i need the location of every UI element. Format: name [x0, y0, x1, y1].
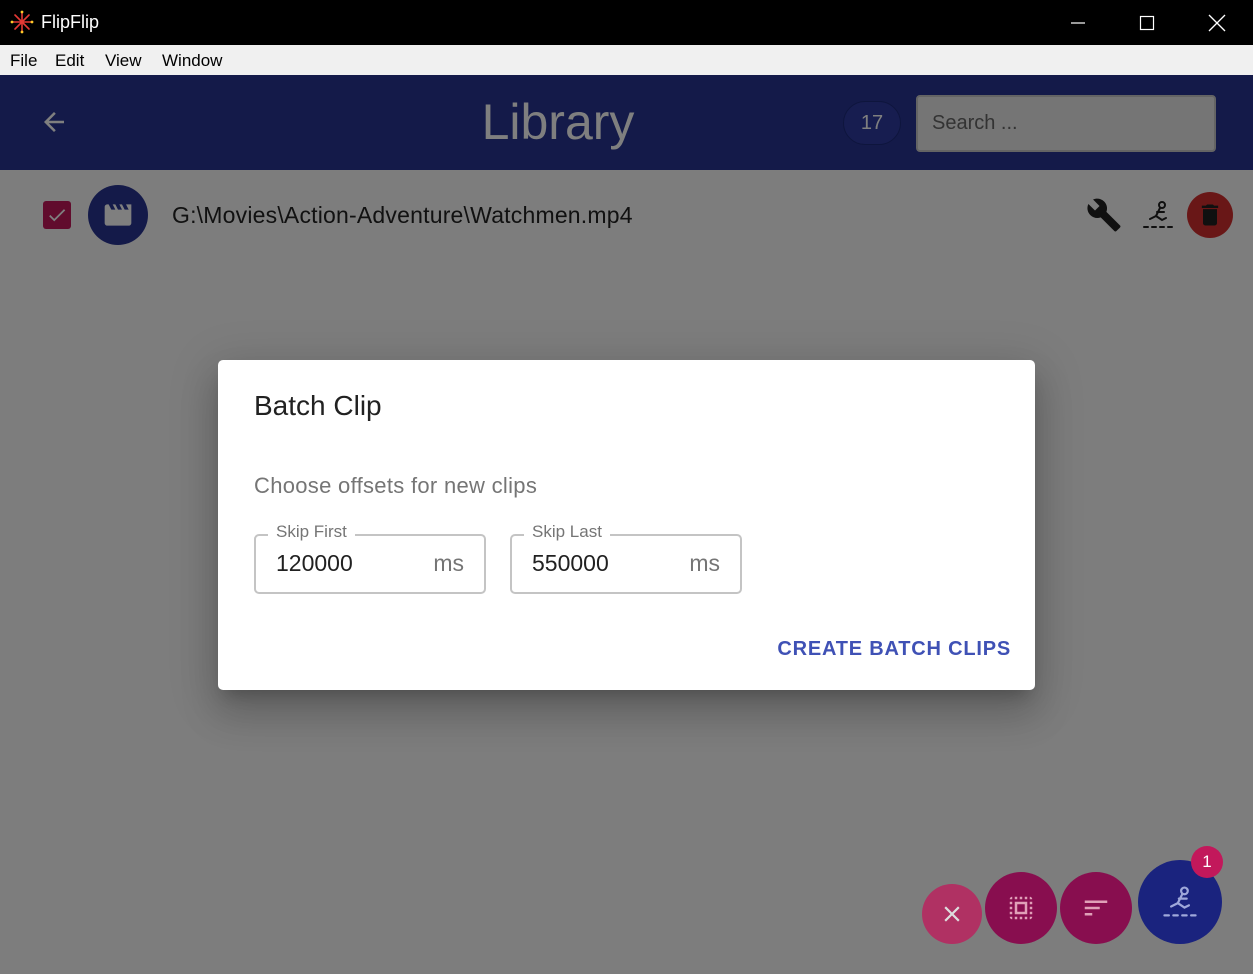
- maximize-button[interactable]: [1112, 0, 1182, 45]
- select-all-fab[interactable]: [985, 872, 1057, 944]
- skip-first-field[interactable]: Skip First 120000 ms: [254, 522, 486, 594]
- menu-edit[interactable]: Edit: [55, 51, 84, 71]
- batch-clip-dialog: Batch Clip Choose offsets for new clips …: [218, 360, 1035, 690]
- maximize-icon: [1139, 15, 1155, 30]
- menu-view[interactable]: View: [105, 51, 142, 71]
- app-logo-icon: [10, 10, 34, 34]
- close-window-button[interactable]: [1182, 0, 1252, 45]
- cancel-selection-fab[interactable]: [922, 884, 982, 944]
- skip-last-value[interactable]: 550000: [532, 550, 609, 577]
- create-batch-clips-button[interactable]: CREATE BATCH CLIPS: [777, 638, 1011, 661]
- sort-icon: [1084, 900, 1108, 916]
- close-icon: [1208, 14, 1226, 31]
- selection-count-badge: 1: [1191, 846, 1223, 878]
- menu-bar: File Edit View Window: [0, 45, 1253, 75]
- skip-last-label: Skip Last: [524, 522, 610, 542]
- skip-first-unit: ms: [433, 550, 464, 576]
- minimize-button[interactable]: [1043, 0, 1113, 45]
- close-icon: [944, 906, 960, 922]
- skip-first-value[interactable]: 120000: [276, 550, 353, 577]
- window-titlebar: FlipFlip: [0, 0, 1253, 45]
- dialog-title: Batch Clip: [254, 390, 382, 421]
- skip-last-field[interactable]: Skip Last 550000 ms: [510, 522, 742, 594]
- menu-window[interactable]: Window: [162, 51, 222, 71]
- skip-last-unit: ms: [689, 550, 720, 576]
- skip-first-label: Skip First: [268, 522, 355, 542]
- window-title: FlipFlip: [41, 12, 100, 32]
- sort-fab[interactable]: [1060, 872, 1132, 944]
- dialog-description: Choose offsets for new clips: [254, 473, 538, 498]
- select-all-icon: [1009, 896, 1033, 920]
- clipper-icon: [1163, 886, 1197, 917]
- minimize-icon: [1071, 21, 1085, 24]
- menu-file[interactable]: File: [10, 51, 37, 71]
